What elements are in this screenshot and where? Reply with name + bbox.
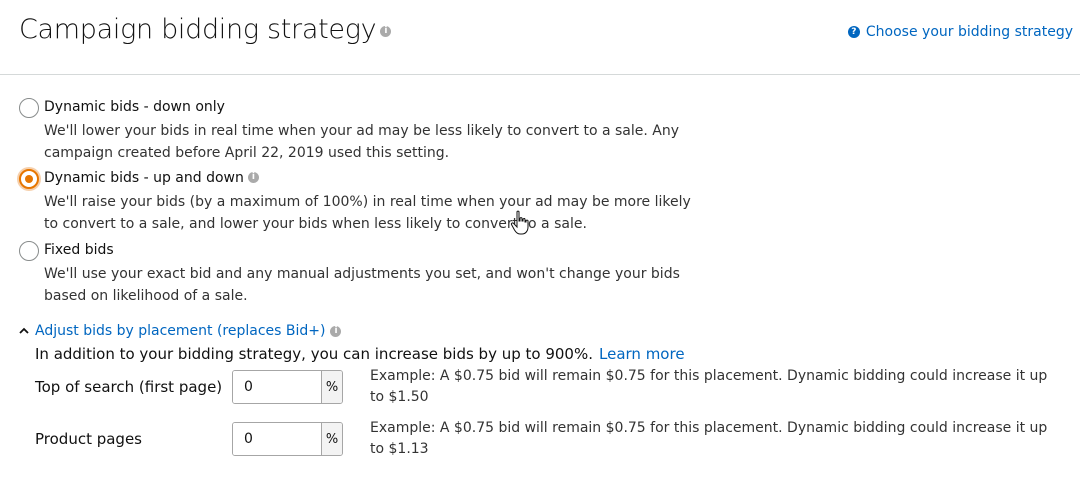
strategy-label-wrap: Dynamic bids - up and down i xyxy=(44,170,259,186)
chevron-up-icon xyxy=(19,327,29,334)
placement-label-top-of-search: Top of search (first page) xyxy=(35,378,223,396)
strategy-label: Dynamic bids - up and down xyxy=(44,170,244,186)
radio-fixed[interactable] xyxy=(19,241,39,261)
info-icon[interactable]: i xyxy=(247,171,259,183)
adjust-intro: In addition to your bidding strategy, yo… xyxy=(35,345,685,363)
strategy-description: We'll lower your bids in real time when … xyxy=(44,123,680,161)
strategy-description: We'll raise your bids (by a maximum of 1… xyxy=(44,194,691,232)
strategy-label: Fixed bids xyxy=(44,242,114,258)
top-of-search-percent-field: % xyxy=(232,370,343,404)
placement-example: Example: A $0.75 bid will remain $0.75 f… xyxy=(370,420,1048,457)
top-of-search-input[interactable] xyxy=(233,371,321,403)
percent-suffix: % xyxy=(321,423,342,455)
info-icon[interactable]: i xyxy=(330,325,342,337)
product-pages-percent-field: % xyxy=(232,422,343,456)
adjust-bids-toggle[interactable]: Adjust bids by placement (replaces Bid+)… xyxy=(19,323,342,339)
strategy-label: Dynamic bids - down only xyxy=(44,99,225,115)
page-title: Campaign bidding strategy i xyxy=(19,14,392,45)
adjust-toggle-label: Adjust bids by placement (replaces Bid+) xyxy=(35,323,326,339)
product-pages-input[interactable] xyxy=(233,423,321,455)
help-link-text: Choose your bidding strategy xyxy=(865,24,1073,40)
hand-cursor-icon xyxy=(510,210,529,235)
percent-suffix: % xyxy=(321,371,342,403)
strategy-description: We'll use your exact bid and any manual … xyxy=(44,266,680,304)
info-icon[interactable]: i xyxy=(380,26,392,37)
learn-more-link[interactable]: Learn more xyxy=(599,345,685,363)
adjust-intro-text: In addition to your bidding strategy, yo… xyxy=(35,345,593,363)
help-icon: ? xyxy=(847,26,860,38)
radio-down-only[interactable] xyxy=(19,98,39,118)
page-title-text: Campaign bidding strategy xyxy=(19,14,377,45)
placement-label-product-pages: Product pages xyxy=(35,430,142,448)
header-divider xyxy=(0,74,1080,75)
radio-up-and-down[interactable] xyxy=(19,169,39,189)
choose-bidding-strategy-link[interactable]: ? Choose your bidding strategy xyxy=(847,24,1073,40)
placement-example: Example: A $0.75 bid will remain $0.75 f… xyxy=(370,368,1048,405)
